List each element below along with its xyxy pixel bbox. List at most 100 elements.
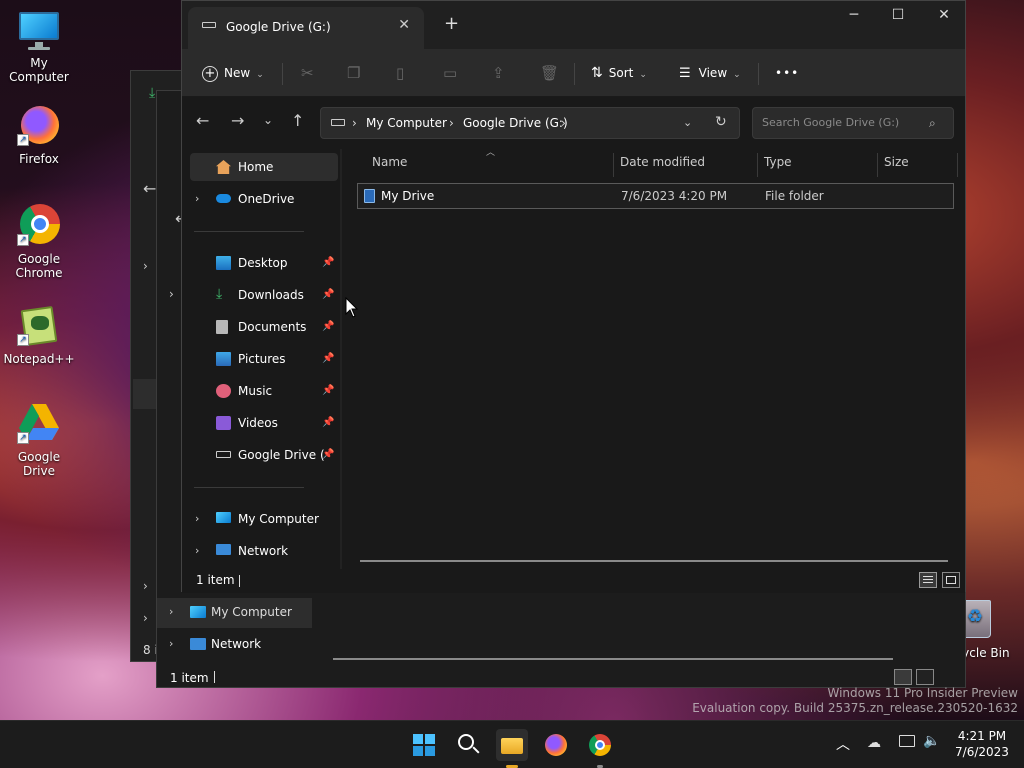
sidebar-item-label: Network: [238, 544, 289, 558]
sidebar-item-downloads[interactable]: ⤓ Downloads 📌: [190, 281, 338, 309]
sidebar-item-google-drive[interactable]: Google Drive (G:) 📌: [190, 441, 338, 469]
pin-icon[interactable]: 📌: [322, 377, 334, 405]
taskbar-chrome[interactable]: [584, 729, 616, 768]
delete-icon[interactable]: 🗑: [540, 61, 559, 85]
sidebar-item-onedrive[interactable]: › OneDrive: [190, 185, 338, 213]
breadcrumb-separator: ›: [352, 116, 357, 130]
breadcrumb-separator: ›: [561, 116, 566, 130]
new-button[interactable]: + New ⌄: [202, 61, 264, 85]
pin-icon[interactable]: 📌: [322, 441, 334, 469]
refresh-icon[interactable]: ↻: [715, 114, 727, 130]
more-options-button[interactable]: •••: [775, 61, 799, 85]
address-bar[interactable]: › My Computer › Google Drive (G:) › ⌄ ↻: [320, 107, 740, 139]
details-view-icon[interactable]: [919, 572, 937, 588]
chevron-down-icon: ⌄: [639, 70, 647, 80]
sort-button[interactable]: ⇅ Sort ⌄: [591, 61, 647, 85]
address-dropdown-icon[interactable]: ⌄: [683, 116, 692, 129]
tiles-view-icon[interactable]: [916, 669, 934, 685]
sidebar-item-label: Pictures: [238, 352, 286, 366]
new-tab-button[interactable]: +: [444, 13, 459, 34]
start-button[interactable]: [408, 729, 440, 761]
network-status-icon[interactable]: [899, 735, 915, 747]
desktop-icon-label: Google Drive: [17, 450, 61, 478]
pin-icon[interactable]: 📌: [322, 281, 334, 309]
chevron-down-icon: ⌄: [733, 70, 741, 80]
share-icon[interactable]: ⇪: [492, 61, 505, 85]
maximize-button[interactable]: ☐: [875, 7, 921, 27]
show-hidden-icons-button[interactable]: ︿: [836, 734, 850, 754]
taskbar-firefox[interactable]: [540, 729, 572, 761]
desktop-icon-notepadpp[interactable]: ↗ Notepad++: [1, 304, 77, 366]
sidebar-item-label: Network: [211, 637, 262, 651]
pin-icon[interactable]: 📌: [322, 249, 334, 277]
cut-icon[interactable]: ✂: [301, 61, 314, 85]
file-date: 7/6/2023 4:20 PM: [621, 189, 728, 203]
music-icon: [216, 384, 231, 398]
sidebar-item-my-computer[interactable]: › My Computer: [190, 505, 338, 533]
up-button[interactable]: ↑: [291, 111, 304, 130]
desktop-icon-firefox[interactable]: ↗ Firefox: [1, 104, 77, 166]
sidebar-item-label: Downloads: [238, 288, 304, 302]
table-row[interactable]: My Drive 7/6/2023 4:20 PM File folder: [357, 183, 954, 209]
close-window-button[interactable]: ✕: [921, 7, 967, 27]
watermark-line1: Windows 11 Pro Insider Preview: [827, 686, 1018, 700]
breadcrumb-item[interactable]: Google Drive (G:): [463, 116, 568, 130]
column-header-type[interactable]: Type: [764, 155, 792, 169]
chevron-right-icon[interactable]: ›: [195, 537, 199, 565]
clock[interactable]: 4:21 PM 7/6/2023: [950, 728, 1014, 760]
horizontal-scrollbar[interactable]: [333, 658, 893, 660]
search-button[interactable]: [452, 729, 484, 761]
rename-icon[interactable]: ▭: [443, 61, 457, 85]
file-name: My Drive: [381, 189, 435, 203]
search-box[interactable]: Search Google Drive (G:) ⌕: [752, 107, 954, 139]
chevron-right-icon[interactable]: ›: [195, 185, 199, 213]
sidebar-item-home[interactable]: Home: [190, 153, 338, 181]
title-bar[interactable]: Google Drive (G:) ✕ + ─ ☐ ✕: [182, 1, 965, 49]
sidebar-item-desktop[interactable]: Desktop 📌: [190, 249, 338, 277]
desktop-icon-google-chrome[interactable]: ↗ Google Chrome: [1, 204, 77, 280]
search-input[interactable]: Search Google Drive (G:): [762, 116, 899, 129]
status-text: 1 item: [170, 671, 209, 685]
forward-button[interactable]: →: [231, 111, 244, 130]
paste-icon[interactable]: ▯: [396, 61, 404, 85]
back-button[interactable]: ←: [196, 111, 209, 130]
tiles-view-icon[interactable]: [942, 572, 960, 588]
sidebar-item-pictures[interactable]: Pictures 📌: [190, 345, 338, 373]
sidebar-item-my-computer[interactable]: › My Computer: [157, 598, 312, 628]
desktop-icon-google-drive[interactable]: ↗ Google Drive: [1, 402, 77, 478]
desktop-icon-label: Notepad++: [3, 352, 75, 366]
column-header-date[interactable]: Date modified: [620, 155, 705, 169]
status-bar: 1 item: [182, 569, 965, 593]
copy-icon[interactable]: ❐: [347, 61, 360, 85]
google-drive-icon: ↗: [17, 402, 61, 446]
close-tab-icon[interactable]: ✕: [398, 17, 410, 33]
chevron-right-icon[interactable]: ›: [195, 505, 199, 533]
desktop-icon-my-computer[interactable]: My Computer: [1, 8, 77, 84]
view-button[interactable]: ☰ View ⌄: [679, 61, 741, 85]
sidebar-item-videos[interactable]: Videos 📌: [190, 409, 338, 437]
file-explorer-window[interactable]: Google Drive (G:) ✕ + ─ ☐ ✕ + New ⌄ ✂ ❐ ▯ …: [181, 0, 966, 593]
taskbar-file-explorer[interactable]: [496, 729, 528, 768]
network-icon: [216, 544, 231, 555]
column-header-name[interactable]: Name: [372, 155, 407, 169]
sidebar-item-network[interactable]: › Network: [157, 630, 312, 660]
drive-icon: [331, 119, 345, 126]
horizontal-scrollbar[interactable]: [360, 560, 948, 562]
column-header-size[interactable]: Size: [884, 155, 909, 169]
cloud-offline-icon[interactable]: ☁: [867, 735, 881, 751]
pictures-icon: [216, 352, 231, 366]
details-view-icon[interactable]: [894, 669, 912, 685]
sidebar-item-network[interactable]: › Network: [190, 537, 338, 565]
monitor-icon: [190, 606, 206, 618]
sidebar-item-documents[interactable]: Documents 📌: [190, 313, 338, 341]
volume-icon[interactable]: 🔈: [923, 733, 940, 749]
pin-icon[interactable]: 📌: [322, 313, 334, 341]
pin-icon[interactable]: 📌: [322, 345, 334, 373]
recent-locations-button[interactable]: ⌄: [263, 113, 273, 127]
new-button-label: New: [224, 66, 251, 80]
pin-icon[interactable]: 📌: [322, 409, 334, 437]
minimize-button[interactable]: ─: [831, 7, 877, 27]
sidebar-item-music[interactable]: Music 📌: [190, 377, 338, 405]
tab-google-drive[interactable]: Google Drive (G:) ✕: [188, 7, 424, 49]
breadcrumb-item[interactable]: My Computer: [366, 116, 447, 130]
